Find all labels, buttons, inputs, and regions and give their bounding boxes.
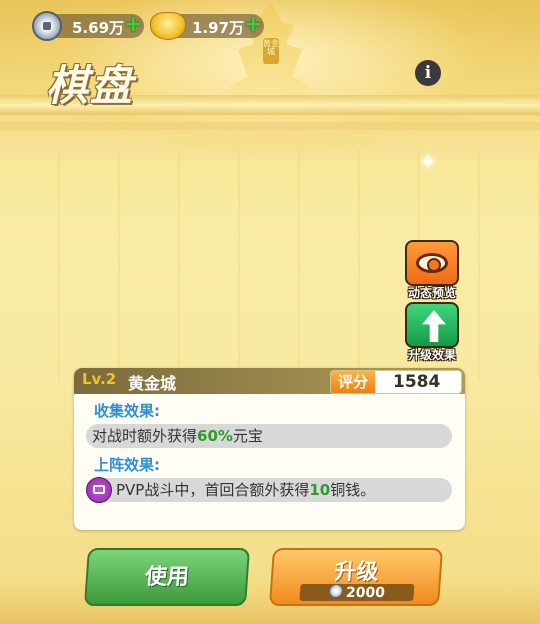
upgrade-cost-value: 2000 xyxy=(345,585,386,601)
copper-coin-icon xyxy=(328,584,344,598)
collect-effect-row: 对战时额外获得60%元宝 xyxy=(86,424,452,448)
eye-icon xyxy=(405,240,459,286)
gold-currency: 1.97万 + xyxy=(150,12,264,40)
score-label: 评分 xyxy=(331,371,375,393)
preview-button[interactable]: 动态预览 xyxy=(404,240,460,301)
collect-text-pre: 对战时额外获得 xyxy=(92,427,198,445)
add-copper-button[interactable]: + xyxy=(124,14,142,36)
info-button[interactable]: i xyxy=(415,60,441,86)
deploy-text-pre: PVP战斗中，首回合额外获得 xyxy=(116,481,310,499)
upgrade-label: 升级 xyxy=(333,560,380,585)
up-arrow-icon xyxy=(405,302,459,348)
roof-decoration-lower xyxy=(0,122,540,130)
gold-amount: 1.97万 xyxy=(192,19,245,37)
collect-text-post: 元宝 xyxy=(232,427,263,445)
use-button[interactable]: 使用 xyxy=(83,548,251,606)
collect-value: 60% xyxy=(197,427,233,445)
upgrade-cost: 2000 xyxy=(299,584,415,601)
board-info-panel: Lv.2 黄金城 评分 1584 收集效果: 对战时额外获得60%元宝 上阵效果… xyxy=(74,368,465,530)
preview-label: 动态预览 xyxy=(407,286,456,300)
board-name: 黄金城 xyxy=(128,374,177,393)
score-value: 1584 xyxy=(393,372,441,392)
gold-ingot-icon xyxy=(150,12,186,40)
upgrade-effect-button[interactable]: 升级效果 xyxy=(404,302,460,363)
copper-amount: 5.69万 xyxy=(72,19,125,37)
collect-effect-title: 收集效果: xyxy=(94,402,160,420)
sparkle-icon: ✦ xyxy=(418,148,439,176)
copper-currency: 5.69万 + xyxy=(32,11,144,41)
deploy-value: 10 xyxy=(309,481,331,499)
add-gold-button[interactable]: + xyxy=(244,14,262,36)
upgrade-effect-label: 升级效果 xyxy=(407,348,456,362)
copper-coin-icon xyxy=(32,11,62,41)
tower-plaque: 黄金城 xyxy=(263,38,279,64)
score-box: 评分 1584 xyxy=(330,370,462,394)
deploy-text-post: 铜钱。 xyxy=(330,481,376,499)
treasure-icon xyxy=(86,477,112,503)
panel-header: Lv.2 黄金城 评分 1584 xyxy=(74,368,465,394)
level-label: Lv.2 xyxy=(82,370,117,388)
deploy-effect-title: 上阵效果: xyxy=(94,456,160,474)
deploy-effect-row: PVP战斗中，首回合额外获得10铜钱。 xyxy=(86,477,452,503)
page-title: 棋盘 xyxy=(46,61,135,110)
upgrade-button[interactable]: 升级 2000 xyxy=(268,548,444,606)
